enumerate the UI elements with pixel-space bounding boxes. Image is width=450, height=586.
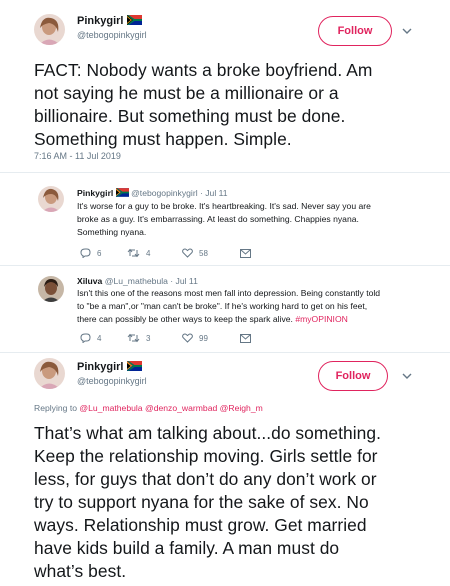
like-icon	[182, 333, 193, 343]
reply-icon	[80, 333, 91, 343]
divider	[0, 352, 450, 353]
reply-button[interactable]: 6	[80, 248, 127, 258]
divider	[0, 172, 450, 173]
avatar[interactable]	[34, 14, 65, 45]
tweet-timestamp[interactable]: 7:16 AM - 11 Jul 2019	[34, 151, 121, 161]
reply-header: Pinkygirl @tebogopinkygirl · Jul 11	[77, 188, 228, 198]
reply-count: 4	[97, 333, 102, 343]
reply-count: 6	[97, 248, 102, 258]
retweet-count: 3	[146, 333, 151, 343]
chevron-down-icon[interactable]	[401, 370, 413, 382]
chevron-down-icon[interactable]	[401, 25, 413, 37]
follow-button[interactable]: Follow	[318, 361, 388, 391]
divider	[0, 265, 450, 266]
like-button[interactable]: 58	[182, 248, 240, 258]
retweet-button[interactable]: 3	[127, 333, 182, 343]
dm-icon	[240, 333, 251, 343]
south-africa-flag-icon	[115, 188, 129, 197]
retweet-button[interactable]: 4	[127, 248, 182, 258]
author-name[interactable]: Pinkygirl	[77, 361, 123, 373]
dm-button[interactable]	[240, 333, 251, 343]
mention-link[interactable]: @Reigh_m	[220, 403, 263, 413]
tweet-text: That’s what am talking about...do someth…	[34, 423, 381, 581]
south-africa-flag-icon	[126, 361, 142, 371]
avatar[interactable]	[38, 276, 64, 302]
retweet-icon	[127, 248, 140, 258]
tweet-text: FACT: Nobody wants a broke boyfriend. Am…	[34, 60, 373, 149]
avatar[interactable]	[38, 186, 64, 212]
like-icon	[182, 248, 193, 258]
reply-icon	[80, 248, 91, 258]
follow-button[interactable]: Follow	[318, 16, 392, 46]
author-handle[interactable]: @tebogopinkygirl	[77, 30, 147, 40]
dm-icon	[240, 248, 251, 258]
like-button[interactable]: 99	[182, 333, 240, 343]
like-count: 58	[199, 248, 208, 258]
reply-header: Xiluva @Lu_mathebula · Jul 11	[77, 276, 198, 286]
author-name[interactable]: Pinkygirl	[77, 15, 123, 27]
reply-button[interactable]: 4	[80, 333, 127, 343]
like-count: 99	[199, 333, 208, 343]
replying-to: Replying to @Lu_mathebula @denzo_warmbad…	[34, 403, 263, 413]
author-name[interactable]: Xiluva	[77, 276, 102, 286]
tweet-actions: 6 4 58	[80, 248, 251, 258]
dm-button[interactable]	[240, 248, 251, 258]
author-handle[interactable]: @Lu_mathebula · Jul 11	[105, 276, 198, 286]
author-handle[interactable]: @tebogopinkygirl	[77, 376, 147, 386]
south-africa-flag-icon	[126, 15, 142, 25]
author-handle[interactable]: @tebogopinkygirl · Jul 11	[131, 188, 227, 198]
reply-text: It's worse for a guy to be broke. It's h…	[77, 201, 371, 237]
retweet-icon	[127, 333, 140, 343]
reply-text: Isn't this one of the reasons most men f…	[77, 288, 381, 324]
tweet-actions: 4 3 99	[80, 333, 251, 343]
author-name[interactable]: Pinkygirl	[77, 188, 113, 198]
avatar[interactable]	[34, 358, 65, 389]
mention-link[interactable]: @Lu_mathebula	[79, 403, 142, 413]
retweet-count: 4	[146, 248, 151, 258]
hashtag-link[interactable]: #myOPINION	[295, 314, 348, 324]
mention-link[interactable]: @denzo_warmbad	[145, 403, 217, 413]
